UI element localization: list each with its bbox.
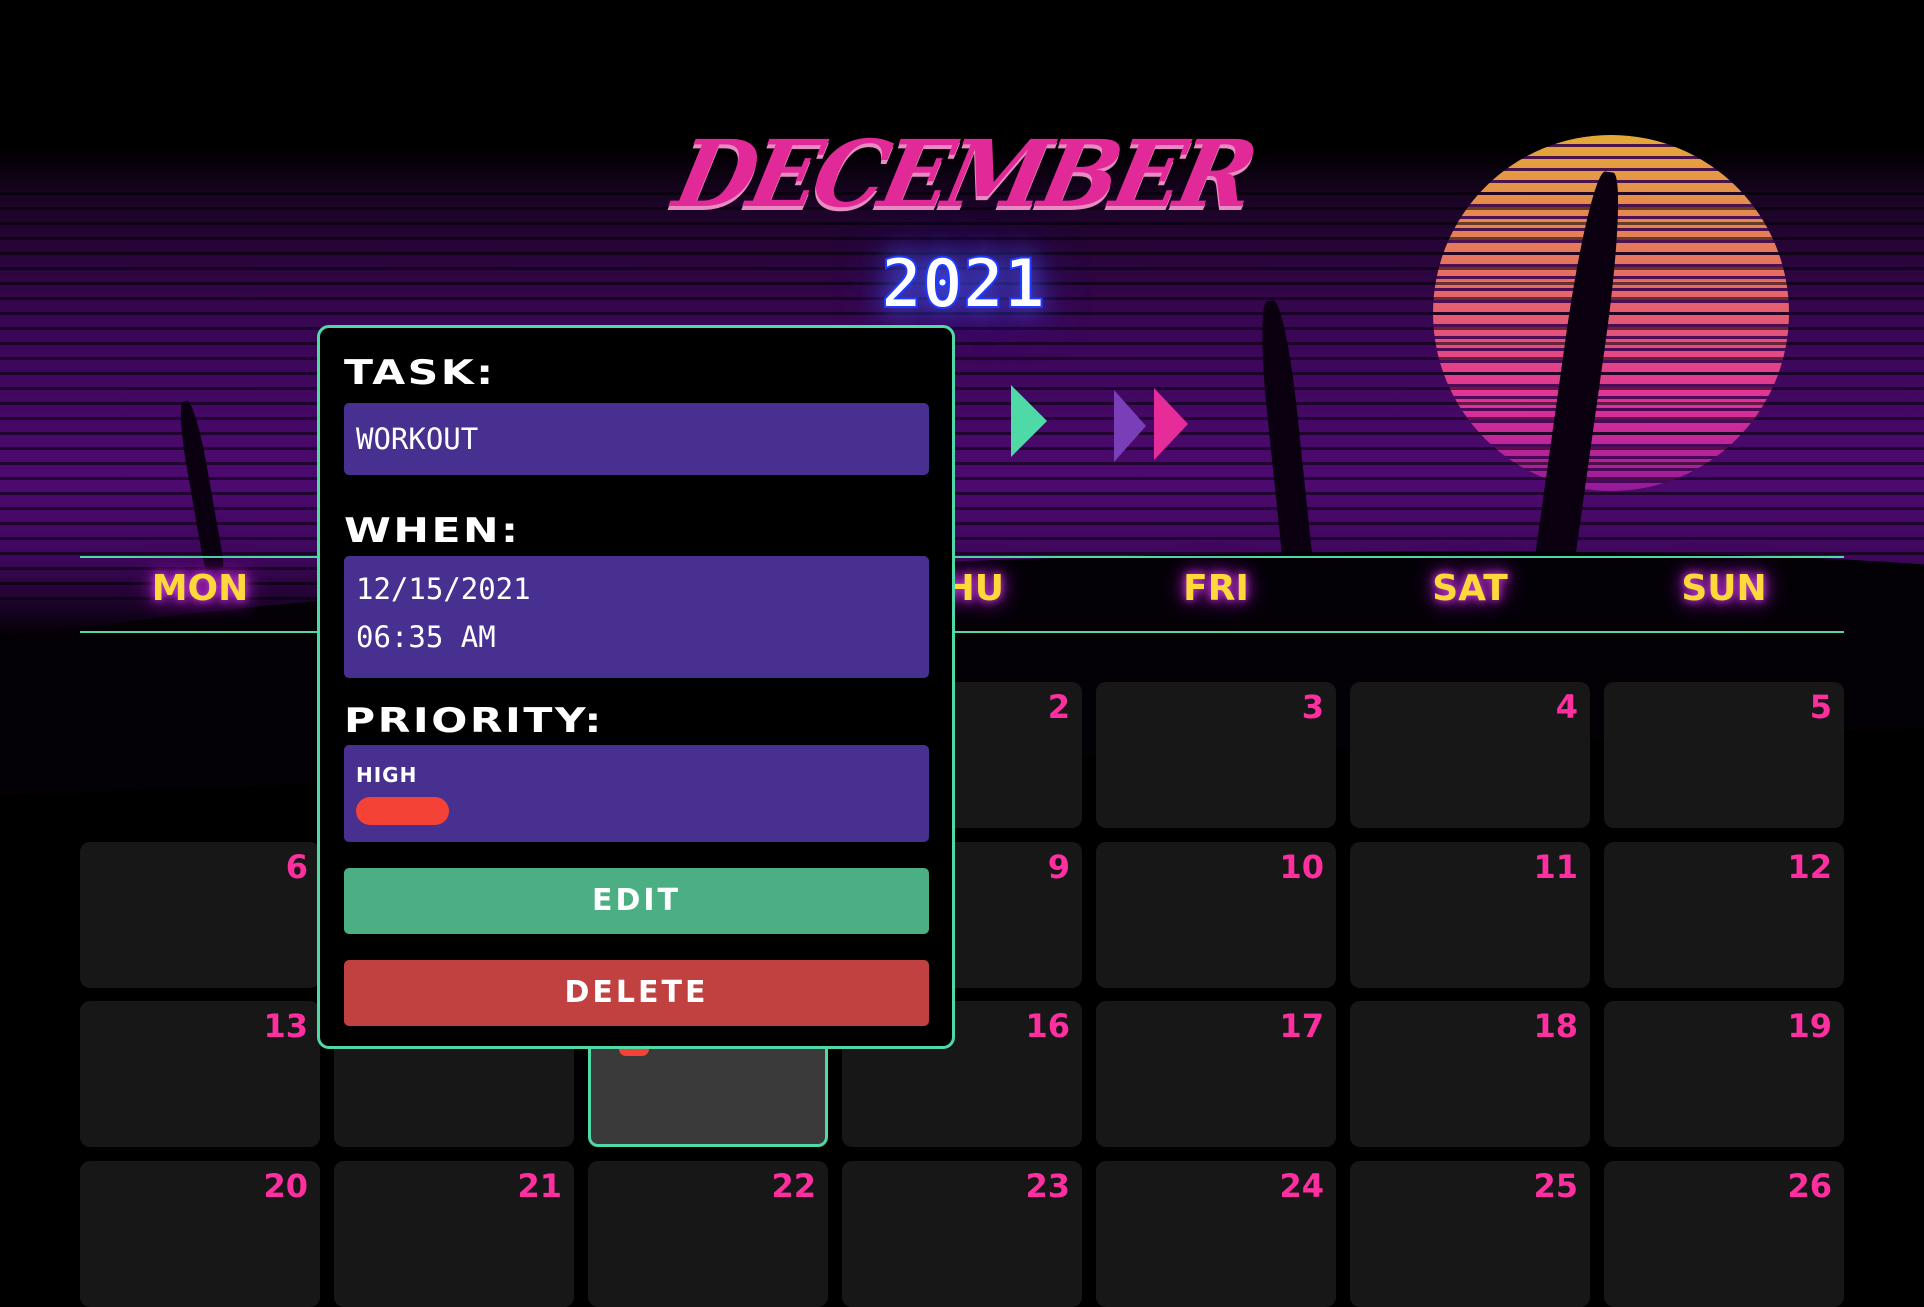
weekday-mon: MON bbox=[151, 568, 249, 609]
day-number: 12 bbox=[1787, 848, 1832, 886]
day-number: 6 bbox=[285, 848, 308, 886]
day-number: 26 bbox=[1787, 1167, 1832, 1205]
weekday-sat: SAT bbox=[1432, 568, 1508, 609]
day-cell[interactable]: 18 bbox=[1350, 1001, 1590, 1147]
weekday-sun: SUN bbox=[1681, 568, 1767, 609]
weekday-fri: FRI bbox=[1183, 568, 1249, 609]
day-cell[interactable]: 26 bbox=[1604, 1161, 1844, 1307]
when-date: 12/15/2021 bbox=[356, 572, 531, 606]
day-number: 5 bbox=[1809, 688, 1832, 726]
day-number: 4 bbox=[1555, 688, 1578, 726]
day-number: 16 bbox=[1025, 1007, 1070, 1045]
prev-month-arrow-icon[interactable] bbox=[1011, 385, 1047, 457]
year-title: 2021 bbox=[880, 244, 1046, 325]
task-popup: TASK: WORKOUT WHEN: 12/15/2021 06:35 AM … bbox=[317, 325, 955, 1049]
task-field[interactable]: WORKOUT bbox=[344, 403, 929, 475]
day-cell[interactable]: 22 bbox=[588, 1161, 828, 1307]
day-cell[interactable]: 19 bbox=[1604, 1001, 1844, 1147]
day-cell[interactable]: 12 bbox=[1604, 842, 1844, 988]
day-number: 9 bbox=[1047, 848, 1070, 886]
day-cell[interactable]: 24 bbox=[1096, 1161, 1336, 1307]
day-number: 18 bbox=[1533, 1007, 1578, 1045]
when-field[interactable]: 12/15/2021 06:35 AM bbox=[344, 556, 929, 678]
next-month-arrow-icon[interactable] bbox=[1114, 390, 1146, 462]
day-cell[interactable]: 5 bbox=[1604, 682, 1844, 828]
day-cell[interactable]: 13 bbox=[80, 1001, 320, 1147]
next-month-arrow-icon-front[interactable] bbox=[1154, 388, 1188, 460]
day-number: 19 bbox=[1787, 1007, 1832, 1045]
delete-button[interactable]: DELETE bbox=[344, 960, 929, 1026]
day-cell[interactable]: 25 bbox=[1350, 1161, 1590, 1307]
priority-value: HIGH bbox=[356, 763, 418, 787]
day-number: 23 bbox=[1025, 1167, 1070, 1205]
when-label: WHEN: bbox=[344, 511, 521, 551]
day-cell[interactable]: 17 bbox=[1096, 1001, 1336, 1147]
task-label: TASK: bbox=[344, 353, 496, 393]
priority-indicator bbox=[356, 797, 449, 825]
day-number: 22 bbox=[771, 1167, 816, 1205]
day-cell[interactable]: 11 bbox=[1350, 842, 1590, 988]
day-number: 20 bbox=[263, 1167, 308, 1205]
day-number: 21 bbox=[517, 1167, 562, 1205]
priority-field[interactable]: HIGH bbox=[344, 745, 929, 842]
day-cell[interactable]: 6 bbox=[80, 842, 320, 988]
day-number: 3 bbox=[1301, 688, 1324, 726]
day-cell[interactable]: 10 bbox=[1096, 842, 1336, 988]
day-number: 17 bbox=[1279, 1007, 1324, 1045]
month-title: DECEMBER bbox=[665, 120, 1261, 228]
day-number: 25 bbox=[1533, 1167, 1578, 1205]
day-number: 11 bbox=[1533, 848, 1578, 886]
day-cell[interactable]: 20 bbox=[80, 1161, 320, 1307]
day-cell[interactable]: 21 bbox=[334, 1161, 574, 1307]
day-cell[interactable]: 4 bbox=[1350, 682, 1590, 828]
when-time: 06:35 AM bbox=[356, 620, 496, 654]
priority-label: PRIORITY: bbox=[344, 701, 604, 741]
day-cell[interactable]: 23 bbox=[842, 1161, 1082, 1307]
day-number: 2 bbox=[1047, 688, 1070, 726]
day-number: 10 bbox=[1279, 848, 1324, 886]
day-number: 13 bbox=[263, 1007, 308, 1045]
background-stripes bbox=[0, 180, 1924, 600]
day-cell[interactable]: 3 bbox=[1096, 682, 1336, 828]
edit-button[interactable]: EDIT bbox=[344, 868, 929, 934]
day-number: 24 bbox=[1279, 1167, 1324, 1205]
